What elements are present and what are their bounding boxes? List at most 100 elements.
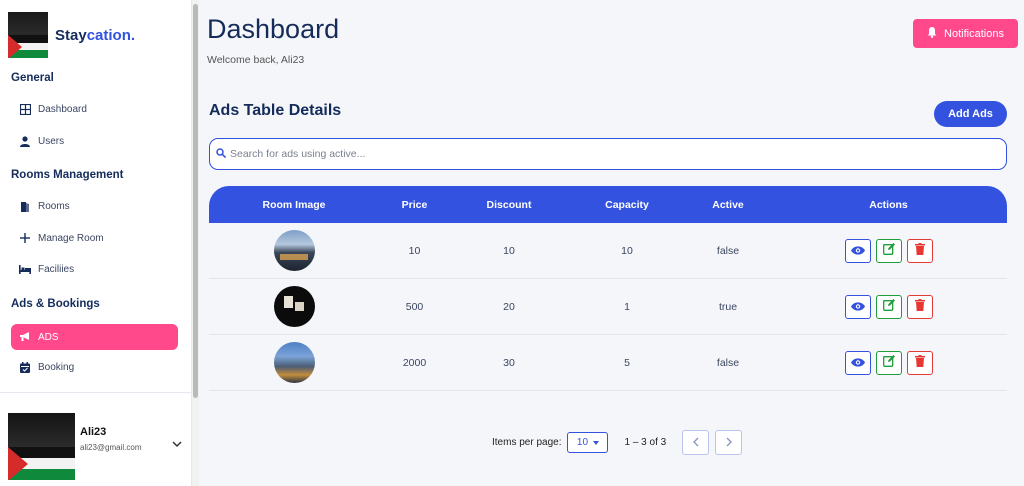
notifications-label: Notifications <box>944 27 1004 40</box>
trash-icon <box>914 243 925 258</box>
notifications-button[interactable]: Notifications <box>913 19 1018 48</box>
avatar <box>8 413 75 480</box>
active-cell: false <box>716 356 740 369</box>
column-header[interactable]: Price <box>379 199 450 211</box>
sidebar-scrollbar[interactable] <box>192 0 199 486</box>
chevron-right-icon <box>726 435 732 450</box>
section-title-ads-bookings: Ads & Bookings <box>11 298 100 310</box>
table-row: 10 10 10 false <box>209 223 1007 279</box>
eye-icon <box>850 243 865 258</box>
paginator: Items per page: 10 1 – 3 of 3 <box>492 430 743 455</box>
column-header[interactable]: Room Image <box>209 199 379 211</box>
search-icon <box>216 147 227 161</box>
brand-logo[interactable]: Staycation. <box>8 12 135 58</box>
capacity-cell: 1 <box>624 300 630 313</box>
discount-cell: 20 <box>503 300 515 313</box>
price-cell: 500 <box>405 300 424 313</box>
user-name: Ali23 <box>80 426 107 438</box>
add-ads-button[interactable]: Add Ads <box>934 101 1007 127</box>
delete-button[interactable] <box>906 294 933 319</box>
previous-page-button[interactable] <box>682 430 710 455</box>
view-button[interactable] <box>844 294 871 319</box>
calendar-icon <box>19 361 31 373</box>
sidebar: Staycation. General Dashboard Users Room… <box>0 0 192 486</box>
page-title: Dashboard <box>207 14 340 44</box>
discount-cell: 10 <box>503 244 515 257</box>
active-cell: false <box>716 244 740 257</box>
user-email: ali23@gmail.com <box>80 443 142 452</box>
sidebar-item-label: Rooms <box>38 200 70 212</box>
trash-icon <box>914 355 925 370</box>
view-button[interactable] <box>844 350 871 375</box>
megaphone-icon <box>19 331 31 343</box>
column-header[interactable]: Active <box>686 199 770 211</box>
sidebar-item-label: Booking <box>38 361 75 373</box>
discount-cell: 30 <box>503 356 515 369</box>
price-cell: 2000 <box>402 356 427 369</box>
sidebar-item-label: Dashboard <box>38 103 87 115</box>
room-image <box>273 342 315 383</box>
items-per-page-label: Items per page: <box>492 437 562 448</box>
main-content: Dashboard Welcome back, Ali23 Notificati… <box>199 0 1024 486</box>
sidebar-item-label: Users <box>38 135 65 147</box>
search-bar[interactable] <box>209 138 1007 170</box>
page-range: 1 – 3 of 3 <box>624 437 667 448</box>
edit-button[interactable] <box>875 294 902 319</box>
next-page-button[interactable] <box>715 430 743 455</box>
delete-button[interactable] <box>906 238 933 263</box>
brand-name: Staycation. <box>55 26 136 44</box>
bell-icon <box>927 26 937 41</box>
column-header[interactable]: Discount <box>450 199 568 211</box>
room-image <box>273 286 315 327</box>
search-input[interactable] <box>230 148 930 160</box>
sidebar-item-label: Faciliies <box>38 263 75 275</box>
sidebar-item-rooms[interactable]: Rooms <box>11 193 178 219</box>
edit-button[interactable] <box>875 238 902 263</box>
eye-icon <box>850 355 865 370</box>
column-header: Actions <box>869 198 908 211</box>
chevron-left-icon <box>692 435 699 450</box>
sidebar-item-dashboard[interactable]: Dashboard <box>11 96 178 122</box>
user-profile[interactable]: Ali23 ali23@gmail.com <box>8 413 141 480</box>
brand-avatar-image <box>8 12 48 58</box>
capacity-cell: 10 <box>621 244 633 257</box>
sidebar-item-label: Manage Room <box>38 232 104 244</box>
items-per-page-value: 10 <box>576 437 589 448</box>
bed-icon <box>19 263 31 275</box>
edit-button[interactable] <box>875 350 902 375</box>
plus-icon <box>19 232 31 244</box>
section-title-general: General <box>11 72 54 84</box>
items-per-page-select[interactable]: 10 <box>567 432 609 453</box>
sidebar-item-label: ADS <box>38 331 59 343</box>
view-button[interactable] <box>844 238 871 263</box>
sidebar-item-manage-room[interactable]: Manage Room <box>11 225 178 251</box>
table-row: 500 20 1 true <box>209 279 1007 335</box>
sidebar-item-users[interactable]: Users <box>11 128 178 154</box>
ads-table: Room Image Price Discount Capacity Activ… <box>209 186 1007 391</box>
room-image <box>273 230 315 271</box>
edit-icon <box>882 243 895 258</box>
capacity-cell: 5 <box>624 356 630 369</box>
dashboard-icon <box>19 103 31 115</box>
chevron-down-icon[interactable] <box>172 440 182 450</box>
sidebar-item-facilities[interactable]: Faciliies <box>11 256 178 282</box>
section-title-rooms-management: Rooms Management <box>11 169 124 181</box>
sidebar-item-ads[interactable]: ADS <box>11 324 178 350</box>
caret-down-icon <box>593 437 600 448</box>
ads-table-title: Ads Table Details <box>209 102 342 119</box>
edit-icon <box>882 299 895 314</box>
trash-icon <box>914 299 925 314</box>
eye-icon <box>850 299 865 314</box>
door-icon <box>19 200 31 212</box>
scrollbar-thumb[interactable] <box>193 4 198 398</box>
delete-button[interactable] <box>906 350 933 375</box>
active-cell: true <box>718 300 738 313</box>
sidebar-item-booking[interactable]: Booking <box>11 354 178 380</box>
table-header: Room Image Price Discount Capacity Activ… <box>209 186 1007 223</box>
column-header[interactable]: Capacity <box>568 199 686 211</box>
table-row: 2000 30 5 false <box>209 335 1007 391</box>
sidebar-divider <box>0 392 192 393</box>
user-icon <box>19 135 31 147</box>
welcome-text: Welcome back, Ali23 <box>207 54 305 66</box>
edit-icon <box>882 355 895 370</box>
